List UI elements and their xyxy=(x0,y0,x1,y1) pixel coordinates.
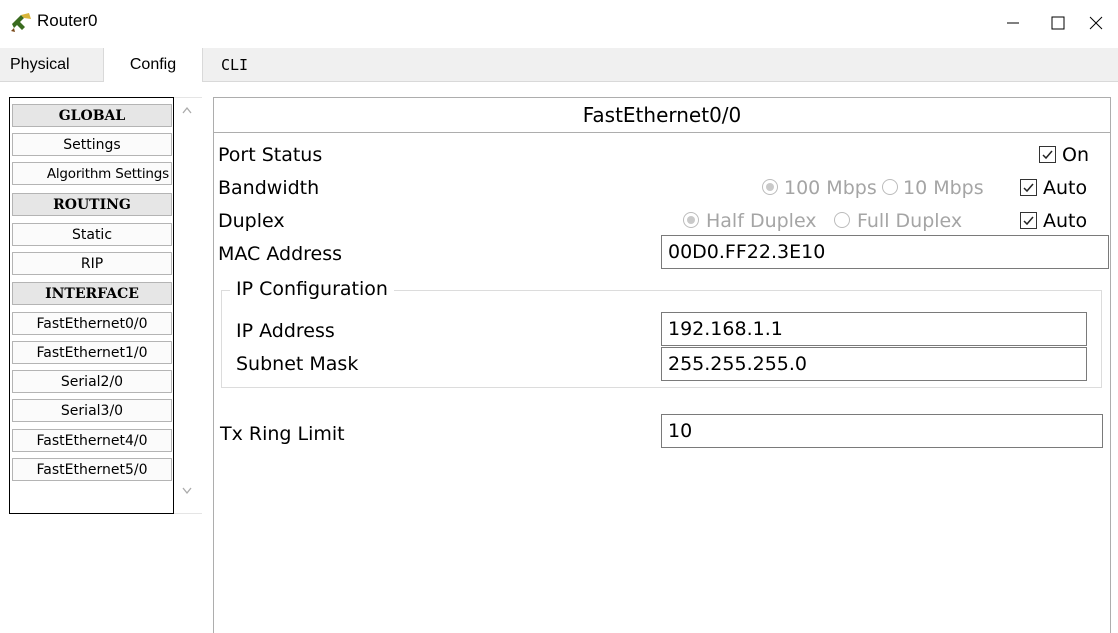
subnet-mask-field[interactable]: 255.255.255.0 xyxy=(661,347,1087,381)
sidebar-item-serial3-0[interactable]: Serial3/0 xyxy=(12,399,172,422)
duplex-auto-checkbox[interactable] xyxy=(1020,212,1037,229)
chevron-up-icon[interactable] xyxy=(181,100,193,114)
sidebar-item-fastethernet5-0[interactable]: FastEthernet5/0 xyxy=(12,458,172,481)
ip-address-field[interactable]: 192.168.1.1 xyxy=(661,312,1087,346)
sidebar-item-serial2-0[interactable]: Serial2/0 xyxy=(12,370,172,393)
chevron-down-icon[interactable] xyxy=(181,481,193,495)
mac-address-label: MAC Address xyxy=(218,243,343,265)
bandwidth-10-radio[interactable] xyxy=(882,179,898,195)
sidebar-header-global[interactable]: GLOBAL xyxy=(12,104,172,127)
check-icon xyxy=(1023,216,1034,226)
sidebar-scrollbar[interactable] xyxy=(174,97,202,514)
duplex-label: Duplex xyxy=(218,210,285,232)
sidebar-item-fastethernet1-0[interactable]: FastEthernet1/0 xyxy=(12,341,172,364)
sidebar-header-routing[interactable]: ROUTING xyxy=(12,193,172,216)
tab-physical[interactable]: Physical xyxy=(10,48,70,81)
ip-address-label: IP Address xyxy=(236,320,335,342)
tx-ring-limit-label: Tx Ring Limit xyxy=(220,423,345,445)
duplex-full-label: Full Duplex xyxy=(857,210,963,232)
sidebar-item-fastethernet4-0[interactable]: FastEthernet4/0 xyxy=(12,429,172,452)
ip-configuration-title: IP Configuration xyxy=(230,278,394,300)
check-icon xyxy=(1023,183,1034,193)
window-title: Router0 xyxy=(37,11,98,30)
mac-address-field[interactable]: 00D0.FF22.3E10 xyxy=(661,235,1109,269)
close-button[interactable] xyxy=(1073,0,1118,46)
tab-cli[interactable]: CLI xyxy=(221,48,248,81)
sidebar-item-algorithm-settings[interactable]: Algorithm Settings xyxy=(12,162,172,185)
sidebar-item-settings[interactable]: Settings xyxy=(12,133,172,156)
sidebar-item-rip[interactable]: RIP xyxy=(12,252,172,275)
bandwidth-10-label: 10 Mbps xyxy=(903,177,984,199)
port-status-label: Port Status xyxy=(218,144,323,166)
tab-config[interactable]: Config xyxy=(103,48,203,82)
minimize-icon xyxy=(1006,22,1019,24)
close-icon xyxy=(1089,16,1102,30)
duplex-half-label: Half Duplex xyxy=(706,210,817,232)
panel-title: FastEthernet0/0 xyxy=(214,98,1110,133)
bandwidth-auto-checkbox[interactable] xyxy=(1020,179,1037,196)
title-bar xyxy=(0,0,1118,46)
tx-ring-limit-field[interactable]: 10 xyxy=(661,414,1103,448)
minimize-button[interactable] xyxy=(990,0,1035,46)
sidebar-item-fastethernet0-0[interactable]: FastEthernet0/0 xyxy=(12,312,172,335)
sidebar-header-interface[interactable]: INTERFACE xyxy=(12,282,172,305)
bandwidth-100-radio[interactable] xyxy=(762,179,778,195)
port-status-on-label: On xyxy=(1062,144,1089,166)
port-status-checkbox[interactable] xyxy=(1039,146,1056,163)
bandwidth-100-label: 100 Mbps xyxy=(784,177,877,199)
maximize-icon xyxy=(1051,16,1064,30)
check-icon xyxy=(1042,150,1053,160)
duplex-auto-label: Auto xyxy=(1043,210,1088,232)
sidebar-item-static[interactable]: Static xyxy=(12,223,172,246)
bandwidth-auto-label: Auto xyxy=(1043,177,1088,199)
router-icon xyxy=(9,11,33,33)
subnet-mask-label: Subnet Mask xyxy=(236,353,359,375)
duplex-half-radio[interactable] xyxy=(683,212,699,228)
bandwidth-label: Bandwidth xyxy=(218,177,320,199)
duplex-full-radio[interactable] xyxy=(834,212,850,228)
